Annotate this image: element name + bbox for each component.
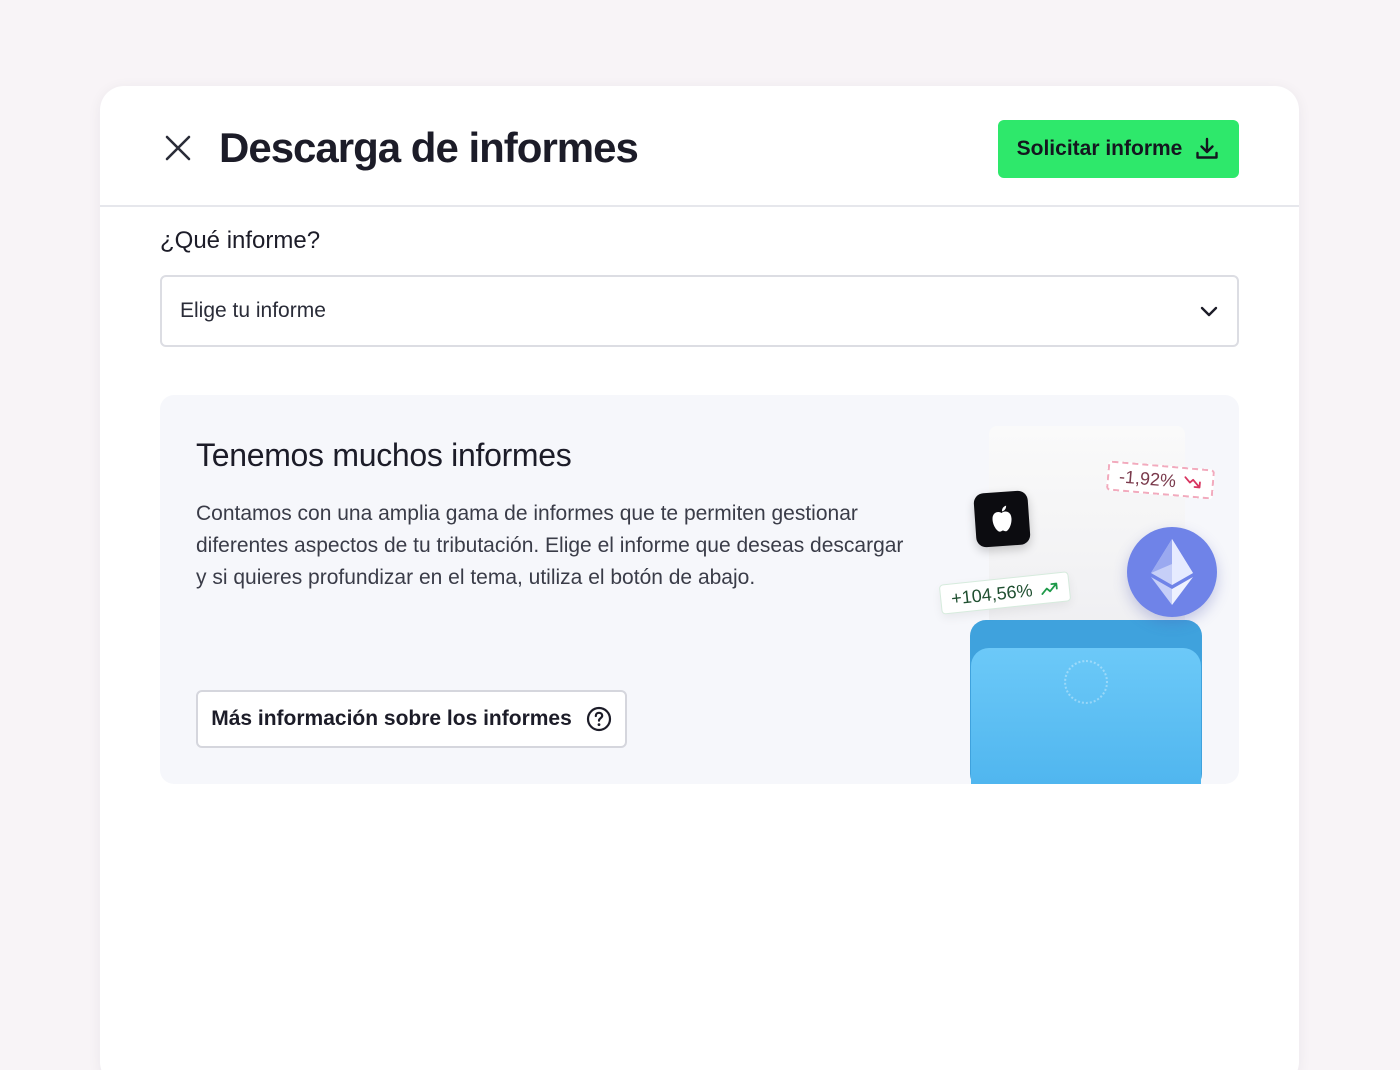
more-info-button[interactable]: Más información sobre los informes — [196, 690, 627, 748]
report-type-select[interactable]: Elige tu informe — [160, 275, 1239, 347]
report-type-select-value: Elige tu informe — [180, 299, 326, 322]
page-title: Descarga de informes — [219, 124, 639, 171]
help-circle-icon — [586, 706, 611, 732]
reports-illustration: -1,92% +104,56% — [930, 420, 1239, 784]
fingerprint-icon — [1064, 660, 1108, 704]
request-report-label: Solicitar informe — [1016, 137, 1183, 160]
request-report-button[interactable]: Solicitar informe — [998, 120, 1239, 178]
more-info-label: Más información sobre los informes — [211, 707, 572, 730]
info-card-title: Tenemos muchos informes — [196, 437, 572, 473]
report-type-label: ¿Qué informe? — [160, 227, 321, 254]
report-download-modal: Descarga de informes Solicitar informe ¿… — [100, 86, 1299, 1070]
chevron-down-icon — [1200, 306, 1218, 317]
wallet-icon — [971, 648, 1201, 784]
close-button[interactable] — [160, 130, 196, 166]
ethereum-icon — [1127, 527, 1217, 617]
info-card-description: Contamos con una amplia gama de informes… — [196, 502, 904, 589]
modal-header: Descarga de informes Solicitar informe — [100, 86, 1299, 207]
download-icon — [1196, 137, 1219, 159]
trend-up-icon — [1040, 582, 1058, 596]
reports-info-card: Tenemos muchos informes Contamos con una… — [160, 395, 1239, 784]
negative-change-value: -1,92% — [1118, 465, 1177, 491]
close-icon — [165, 135, 191, 161]
apple-icon — [973, 490, 1031, 548]
trend-down-icon — [1184, 476, 1201, 489]
positive-change-value: +104,56% — [950, 579, 1034, 609]
